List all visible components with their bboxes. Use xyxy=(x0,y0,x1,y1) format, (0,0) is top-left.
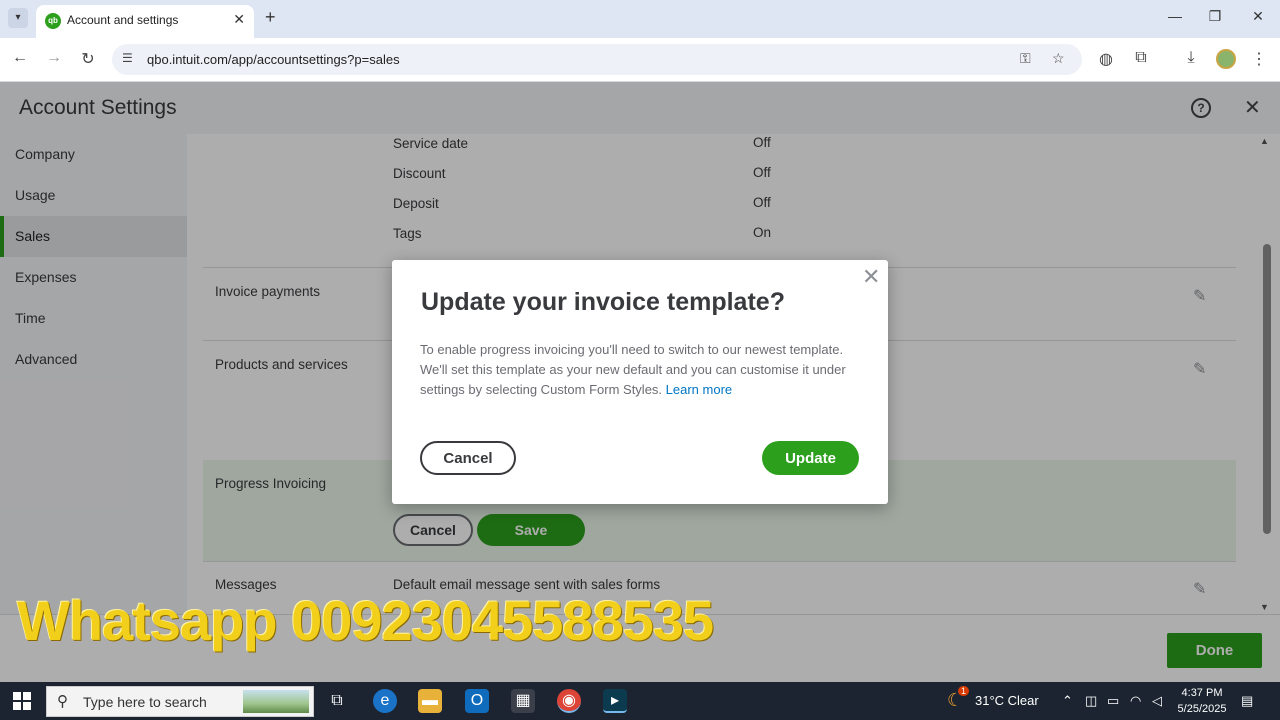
omnibox[interactable]: ☰ qbo.intuit.com/app/accountsettings?p=s… xyxy=(112,44,1082,75)
dialog-cancel-button[interactable]: Cancel xyxy=(420,441,516,475)
chrome-icon[interactable]: ◉ xyxy=(557,689,581,713)
tray-chevron-icon[interactable]: ⌃ xyxy=(1062,693,1073,709)
profile-avatar[interactable] xyxy=(1216,49,1236,69)
battery-icon[interactable]: ▭ xyxy=(1107,693,1119,709)
dialog-close-icon[interactable]: ✕ xyxy=(862,264,880,290)
download-icon[interactable]: ⤓ xyxy=(1181,49,1201,67)
browser-tab-bar: ▾ qb Account and settings ✕ + — ❐ ✕ xyxy=(0,0,1280,38)
minimize-icon[interactable]: — xyxy=(1165,8,1185,24)
clock-date: 5/25/2025 xyxy=(1177,703,1227,715)
wifi-icon[interactable]: ◠ xyxy=(1130,693,1141,709)
app-icon[interactable]: ▸ xyxy=(603,689,627,713)
store-icon[interactable]: ▦ xyxy=(511,689,535,713)
dialog-update-button[interactable]: Update xyxy=(762,441,859,475)
tray-meet-icon[interactable]: ◫ xyxy=(1085,693,1097,709)
file-explorer-icon[interactable]: ▬ xyxy=(418,689,442,713)
update-template-dialog: ✕ Update your invoice template? To enabl… xyxy=(392,260,888,504)
watermark-text: Whatsapp 00923045588535 xyxy=(17,589,714,652)
taskbar-clock[interactable]: 4:37 PM 5/25/2025 xyxy=(1172,685,1232,717)
browser-tab[interactable]: qb Account and settings ✕ xyxy=(36,5,254,38)
bookmark-star-icon[interactable]: ☆ xyxy=(1052,50,1065,67)
search-icon: ⚲ xyxy=(57,693,68,710)
weather-badge: 1 xyxy=(958,686,970,696)
taskbar-search[interactable]: ⚲ Type here to search xyxy=(46,686,314,717)
window-close-icon[interactable]: ✕ xyxy=(1248,8,1268,25)
back-icon[interactable]: ← xyxy=(10,49,30,67)
windows-start-icon[interactable] xyxy=(13,692,31,710)
restore-icon[interactable]: ❐ xyxy=(1205,8,1225,25)
browser-menu-icon[interactable]: ⋮ xyxy=(1249,49,1269,69)
reload-icon[interactable]: ↻ xyxy=(78,49,98,69)
tab-close-icon[interactable]: ✕ xyxy=(233,11,245,28)
dialog-body: To enable progress invoicing you'll need… xyxy=(420,340,870,400)
dialog-body-text: To enable progress invoicing you'll need… xyxy=(420,342,846,397)
weather-text[interactable]: 31°C Clear xyxy=(975,693,1039,708)
search-highlight-image xyxy=(243,690,309,713)
volume-icon[interactable]: ◁ xyxy=(1152,693,1162,709)
quickbooks-favicon-icon: qb xyxy=(45,13,61,29)
url-text[interactable]: qbo.intuit.com/app/accountsettings?p=sal… xyxy=(147,52,400,67)
address-toolbar: ← → ↻ ☰ qbo.intuit.com/app/accountsettin… xyxy=(0,38,1280,82)
dialog-title: Update your invoice template? xyxy=(421,288,785,316)
tab-title: Account and settings xyxy=(67,13,179,27)
learn-more-link[interactable]: Learn more xyxy=(666,382,732,397)
windows-taskbar: ⚲ Type here to search ⧉ e ▬ O ▦ ◉ ▸ ☾ 1 … xyxy=(0,682,1280,720)
tab-search-dropdown-icon[interactable]: ▾ xyxy=(8,8,28,28)
password-key-icon[interactable]: ⚿ xyxy=(1020,50,1031,67)
taskbar-search-placeholder: Type here to search xyxy=(83,694,207,710)
edge-icon[interactable]: e xyxy=(373,689,397,713)
outlook-icon[interactable]: O xyxy=(465,689,489,713)
extensions-icon[interactable]: ⧉ xyxy=(1131,49,1151,67)
translate-icon[interactable]: ◍ xyxy=(1096,49,1116,69)
clock-time: 4:37 PM xyxy=(1181,687,1223,699)
task-view-icon[interactable]: ⧉ xyxy=(325,689,349,713)
forward-icon[interactable]: → xyxy=(44,49,64,67)
notification-icon[interactable]: ▤ xyxy=(1241,693,1253,709)
site-info-icon[interactable]: ☰ xyxy=(122,51,133,65)
new-tab-icon[interactable]: + xyxy=(265,7,276,28)
